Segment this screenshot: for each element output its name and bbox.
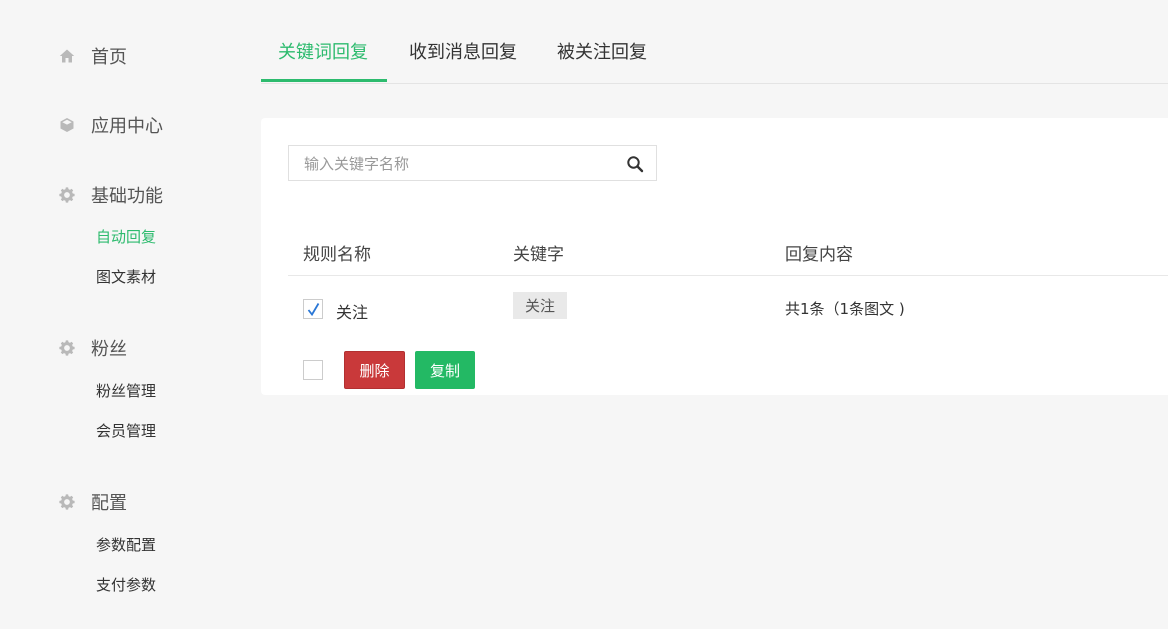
table-divider [288,275,1168,276]
sidebar-section-config[interactable]: 配置 [58,489,127,515]
sidebar-item-member-manage[interactable]: 会员管理 [96,420,156,441]
search-box [288,145,657,182]
sidebar-item-home[interactable]: 首页 [58,43,127,69]
search-icon[interactable] [626,155,644,173]
search-input[interactable] [302,146,626,182]
column-header-keyword: 关键字 [513,245,564,265]
delete-button[interactable]: 删除 [344,351,405,389]
cube-icon [58,117,75,134]
content-panel: 规则名称 关键字 回复内容 关注 关注 共1条（1条图文 ) 删除 复制 [261,118,1168,395]
keyword-tag: 关注 [513,292,567,319]
sidebar-item-media[interactable]: 图文素材 [96,266,156,287]
reply-summary: 共1条（1条图文 ) [785,300,905,318]
active-tab-indicator [261,79,387,82]
sidebar-item-auto-reply[interactable]: 自动回复 [96,226,156,247]
tab-bar: 关键词回复 收到消息回复 被关注回复 [261,0,1168,84]
tab-follow-reply[interactable]: 被关注回复 [557,38,647,64]
sidebar-section-label: 配置 [91,493,127,514]
sidebar-item-params[interactable]: 参数配置 [96,534,156,555]
checkmark-icon [307,303,320,317]
tab-message-reply[interactable]: 收到消息回复 [409,38,517,64]
sidebar-item-label: 应用中心 [91,116,163,137]
row-checkbox[interactable] [303,299,323,319]
sidebar-section-label: 粉丝 [91,339,127,360]
gear-icon [58,494,75,511]
sidebar-item-fans-manage[interactable]: 粉丝管理 [96,380,156,401]
gear-icon [58,340,75,357]
home-icon [58,48,75,65]
sidebar: 首页 应用中心 基础功能 自动回复 图文素材 粉丝 粉丝管理 会员管理 配置 参… [0,0,240,629]
sidebar-item-label: 首页 [91,47,127,68]
sidebar-section-basic[interactable]: 基础功能 [58,182,163,208]
sidebar-item-app-center[interactable]: 应用中心 [58,112,163,138]
select-all-checkbox[interactable] [303,360,323,380]
sidebar-section-label: 基础功能 [91,186,163,207]
column-header-reply: 回复内容 [785,245,853,265]
sidebar-item-payment[interactable]: 支付参数 [96,574,156,595]
copy-button[interactable]: 复制 [415,351,475,389]
tab-keyword-reply[interactable]: 关键词回复 [278,38,368,64]
sidebar-section-fans[interactable]: 粉丝 [58,335,127,361]
gear-icon [58,187,75,204]
rule-name: 关注 [336,303,369,322]
column-header-rule-name: 规则名称 [303,245,371,265]
